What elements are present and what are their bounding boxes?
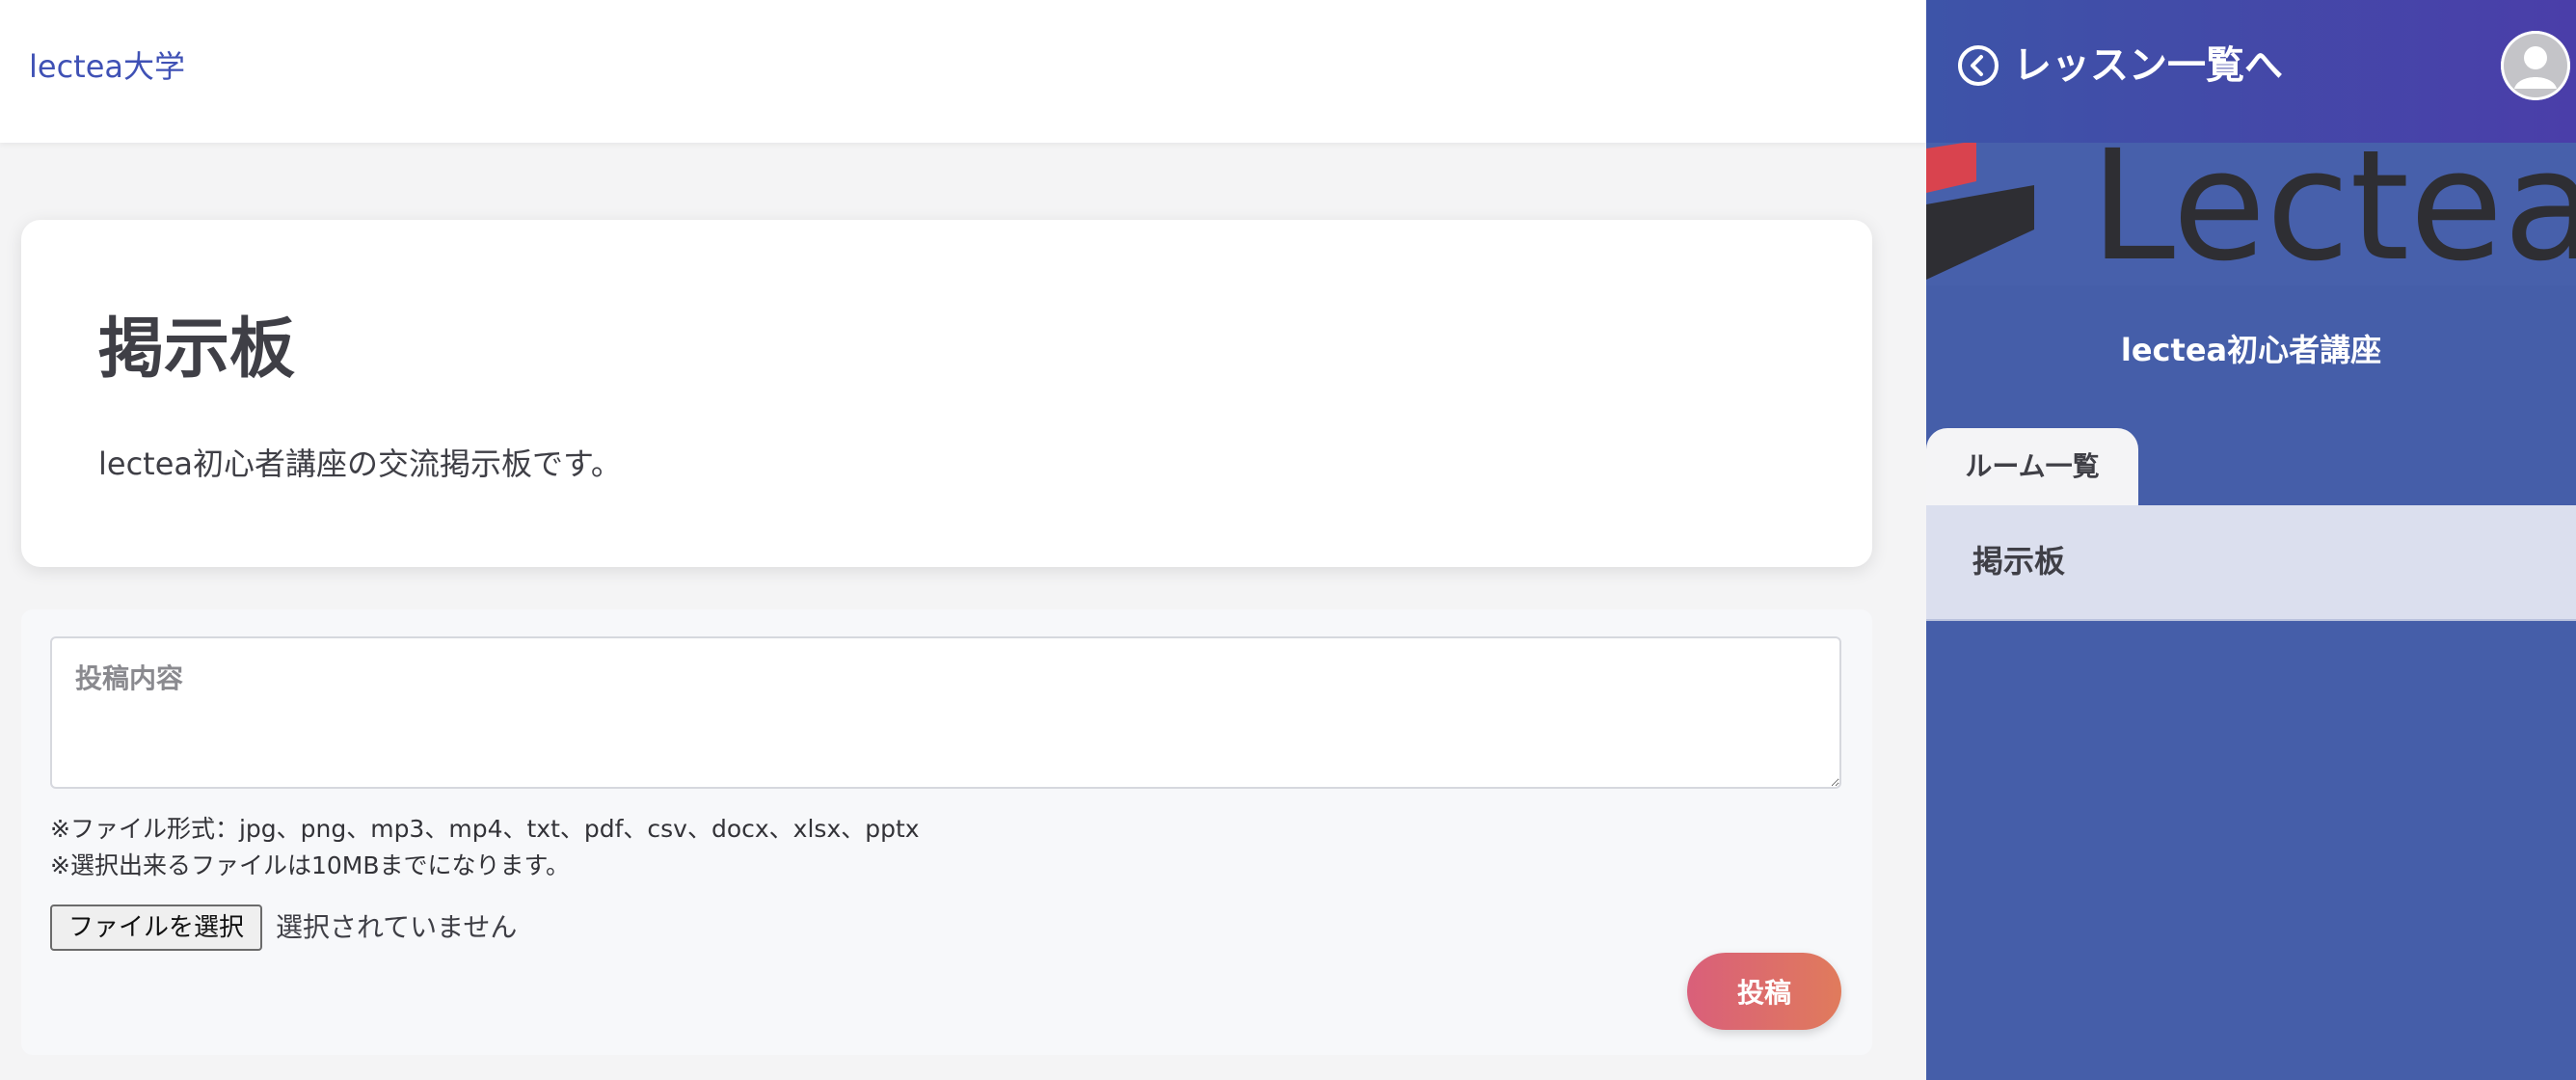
- page-title: 掲示板: [98, 311, 296, 388]
- file-status-text: 選択されていません: [276, 911, 518, 943]
- user-avatar-icon[interactable]: [2501, 31, 2570, 100]
- sidebar-header: レッスン一覧へ: [1926, 0, 2576, 143]
- file-format-note: ※ファイル形式：jpg、png、mp3、mp4、txt、pdf、csv、docx…: [50, 815, 920, 843]
- board-description: lectea初心者講座の交流掲示板です。: [98, 446, 622, 482]
- course-title: lectea初心者講座: [2120, 332, 2382, 368]
- post-content-input[interactable]: [50, 636, 1841, 789]
- file-size-note: ※選択出来るファイルは10MBまでになります。: [50, 851, 570, 879]
- brand-link[interactable]: lectea大学: [29, 44, 185, 89]
- choose-file-button[interactable]: ファイルを選択: [50, 904, 262, 951]
- board-info-card: 掲示板 lectea初心者講座の交流掲示板です。: [21, 220, 1872, 567]
- back-to-lessons-link[interactable]: レッスン一覧へ: [1957, 40, 2283, 91]
- back-link-label: レッスン一覧へ: [2013, 43, 2283, 88]
- main-content: lectea大学 掲示板 lectea初心者講座の交流掲示板です。 ※ファイル形…: [0, 0, 1926, 1080]
- chevron-left-circle-icon: [1957, 44, 1999, 87]
- course-banner-image: Lectea: [1926, 143, 2576, 285]
- banner-logo-text: Lectea: [2090, 143, 2576, 285]
- submit-post-button[interactable]: 投稿: [1687, 953, 1841, 1030]
- post-form: ※ファイル形式：jpg、png、mp3、mp4、txt、pdf、csv、docx…: [21, 609, 1872, 1055]
- top-bar: lectea大学: [0, 0, 1926, 143]
- room-item-board[interactable]: 掲示板: [1972, 538, 2065, 584]
- tab-room-list[interactable]: ルーム一覧: [1926, 428, 2138, 505]
- sidebar: レッスン一覧へ Lectea lectea初心者講座 ルーム一覧 掲示板: [1926, 0, 2576, 1080]
- room-list: 掲示板: [1926, 505, 2576, 621]
